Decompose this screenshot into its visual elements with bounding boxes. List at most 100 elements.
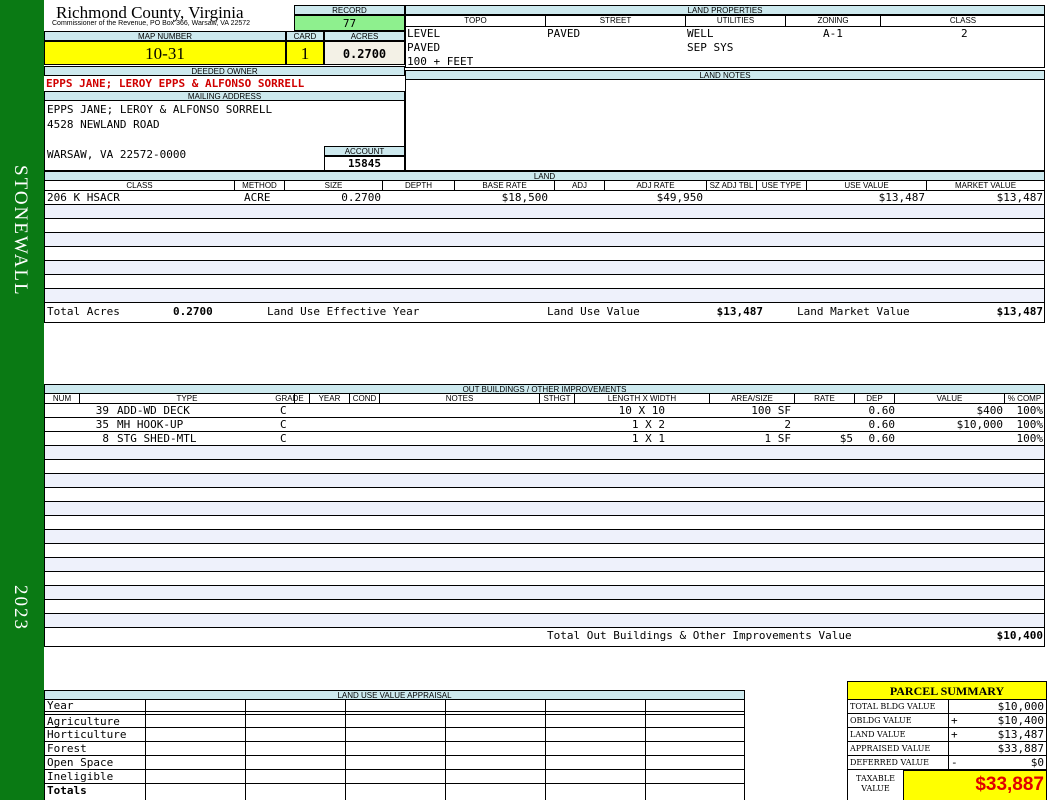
ob-type: MH HOOK-UP	[117, 418, 184, 431]
ob-col-length-width: LENGTH X WIDTH	[575, 394, 710, 404]
land-totals-row: Total Acres 0.2700 Land Use Effective Ye…	[44, 303, 1045, 323]
record-value: 77	[294, 15, 405, 31]
land-size: 0.2700	[341, 191, 381, 204]
land-row	[44, 261, 1045, 275]
land-row	[44, 289, 1045, 303]
zoning-value: A-1	[823, 27, 843, 40]
land-row	[44, 247, 1045, 261]
col-street: STREET	[546, 16, 686, 26]
account-label: ACCOUNT	[324, 146, 405, 156]
outbuilding-row	[44, 558, 1045, 572]
land-use-value-total: $13,487	[716, 305, 763, 318]
land-col-base-rate: BASE RATE	[455, 181, 555, 191]
ob-col-year: YEAR	[310, 394, 350, 404]
ob-comp: 100%	[1016, 432, 1044, 445]
topo-1: LEVEL	[407, 27, 441, 40]
land-column-headers: CLASS METHOD SIZE DEPTH BASE RATE ADJ AD…	[44, 181, 1045, 191]
appraisal-row-year: Year	[47, 699, 74, 712]
col-class: CLASS	[949, 16, 977, 25]
ob-length-width: 1 X 1	[631, 432, 665, 445]
summary-value-deferred: $0	[1030, 756, 1044, 769]
total-acres: 0.2700	[173, 305, 213, 318]
land-class: 206 K HSACR	[47, 191, 120, 204]
ob-col-cond: COND	[350, 394, 380, 404]
land-row: 206 K HSACR ACRE 0.2700 $18,500 $49,950 …	[44, 191, 1045, 205]
land-col-size: SIZE	[285, 181, 383, 191]
ob-col-value: VALUE	[895, 394, 1005, 404]
col-topo: TOPO	[406, 16, 546, 26]
parcel-summary-title: PARCEL SUMMARY	[847, 681, 1047, 700]
ob-area: 2	[784, 418, 791, 431]
land-market-value: $13,487	[996, 191, 1043, 204]
ob-type: STG SHED-MTL	[117, 432, 197, 445]
ob-value: $400	[976, 404, 1004, 417]
ob-comp: 100%	[1016, 418, 1044, 431]
summary-label-total-bldg: TOTAL BLDG VALUE	[850, 702, 936, 711]
land-col-sz-adj: SZ ADJ TBL	[707, 181, 757, 191]
ob-grade: C	[280, 418, 287, 431]
outbuilding-row	[44, 614, 1045, 628]
appraisal-row-ineligible: Ineligible	[47, 770, 114, 783]
parcel-summary-table: TOTAL BLDG VALUE $10,000 OBLDG VALUE + $…	[847, 700, 1047, 800]
summary-label-land: LAND VALUE	[850, 730, 906, 739]
appraisal-row-agriculture: Agriculture	[47, 715, 120, 728]
land-row	[44, 233, 1045, 247]
ob-num: 35	[95, 418, 109, 431]
summary-label-deferred: DEFERRED VALUE	[850, 758, 929, 767]
col-utilities: UTILITIES	[686, 16, 786, 26]
ob-length-width: 1 X 2	[631, 418, 665, 431]
land-base-rate: $18,500	[501, 191, 548, 204]
ob-comp: 100%	[1016, 404, 1044, 417]
outbuilding-row	[44, 502, 1045, 516]
ob-col-area: AREA/SIZE	[710, 394, 795, 404]
land-col-method: METHOD	[235, 181, 285, 191]
land-col-adj-rate: ADJ RATE	[605, 181, 707, 191]
land-col-use-type: USE TYPE	[757, 181, 807, 191]
district-name: STONEWALL	[10, 165, 31, 297]
account-number: 15845	[324, 156, 405, 171]
mailing-line-3: WARSAW, VA 22572-0000	[47, 148, 187, 161]
utilities-2: SEP SYS	[687, 41, 734, 54]
outbuilding-row	[44, 488, 1045, 502]
outbuilding-row	[44, 460, 1045, 474]
summary-value-total-bldg: $10,000	[997, 700, 1044, 713]
ob-col-rate: RATE	[795, 394, 855, 404]
taxable-label-2: VALUE	[861, 784, 890, 793]
total-acres-label: Total Acres	[47, 305, 120, 318]
card-number: 1	[286, 41, 324, 65]
topo-3: 100 + FEET	[407, 55, 474, 68]
outbuilding-row	[44, 600, 1045, 614]
ob-type: ADD-WD DECK	[117, 404, 190, 417]
land-row	[44, 219, 1045, 233]
outbuilding-row	[44, 586, 1045, 600]
land-col-depth: DEPTH	[383, 181, 455, 191]
land-row	[44, 205, 1045, 219]
map-number-label: MAP NUMBER	[44, 31, 286, 41]
land-use-appraisal-label: LAND USE VALUE APPRAISAL	[44, 690, 745, 700]
ob-dep: 0.60	[868, 418, 896, 431]
ob-col-num: NUM	[45, 394, 80, 404]
appraisal-row-forest: Forest	[47, 742, 87, 755]
ob-grade: C	[280, 432, 287, 445]
ob-value: $10,000	[956, 418, 1003, 431]
ob-col-dep: DEP	[855, 394, 895, 404]
acres-value: 0.2700	[324, 41, 405, 65]
acres-label: ACRES	[324, 31, 405, 41]
commissioner-address: Commissioner of the Revenue, PO Box 366,…	[52, 20, 251, 27]
summary-label-appraised: APPRAISED VALUE	[850, 744, 931, 753]
land-properties-box: TOPO STREET UTILITIES ZONING CLASS LEVEL…	[405, 15, 1045, 68]
ob-num: 39	[95, 404, 109, 417]
land-use-appraisal-table: Year Agriculture Horticulture Forest Ope…	[44, 699, 745, 800]
ob-rate: $5	[839, 432, 853, 445]
appraisal-row-totals: Totals	[47, 784, 87, 797]
ob-area: 100 SF	[751, 404, 791, 417]
outbuildings-total-row: Total Out Buildings & Other Improvements…	[44, 628, 1045, 647]
summary-label-obldg: OBLDG VALUE	[850, 716, 912, 725]
tax-year: 2023	[10, 585, 31, 631]
land-label: LAND	[44, 171, 1045, 181]
land-market-value-total: $13,487	[996, 305, 1043, 318]
taxable-label-1: TAXABLE	[856, 774, 895, 783]
outbuilding-row: 35 MH HOOK-UP C 1 X 2 2 0.60 $10,000 100…	[44, 418, 1045, 432]
land-notes-label: LAND NOTES	[405, 70, 1045, 80]
ob-length-width: 10 X 10	[618, 404, 665, 417]
